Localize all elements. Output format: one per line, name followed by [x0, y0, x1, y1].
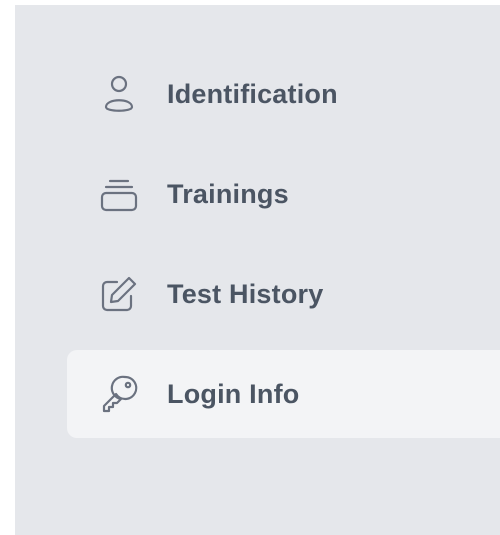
- edit-icon: [99, 274, 139, 314]
- sidebar-item-identification[interactable]: Identification: [15, 50, 500, 138]
- sidebar-item-label: Login Info: [167, 378, 300, 409]
- sidebar: Identification Trainings Test History Lo…: [15, 5, 500, 535]
- sidebar-item-trainings[interactable]: Trainings: [15, 150, 500, 238]
- user-icon: [99, 74, 139, 114]
- page: Identification Trainings Test History Lo…: [0, 0, 500, 535]
- archive-icon: [99, 174, 139, 214]
- sidebar-item-label: Identification: [167, 78, 338, 109]
- sidebar-item-test-history[interactable]: Test History: [15, 250, 500, 338]
- sidebar-menu: Identification Trainings Test History Lo…: [15, 50, 500, 450]
- sidebar-item-label: Test History: [167, 278, 324, 309]
- key-icon: [99, 374, 139, 414]
- sidebar-item-login-info[interactable]: Login Info: [67, 350, 500, 438]
- sidebar-item-label: Trainings: [167, 178, 289, 209]
